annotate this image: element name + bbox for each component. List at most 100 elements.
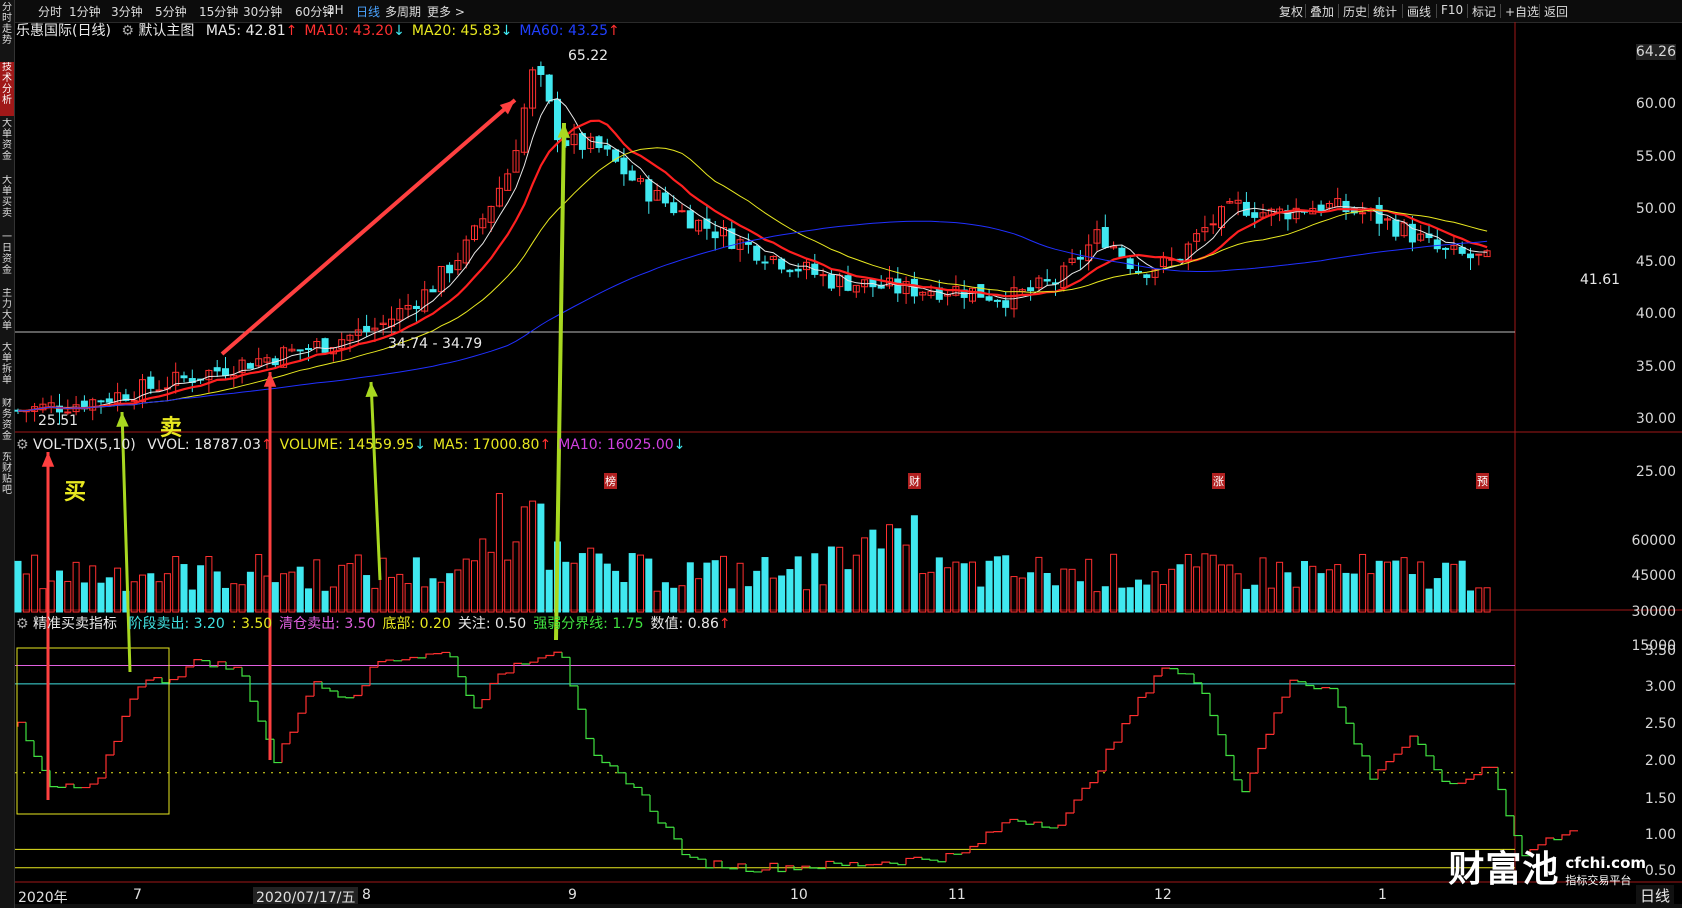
- candle-body: [446, 264, 454, 274]
- high-price-label: 65.22: [568, 48, 609, 64]
- highlight-box: [16, 647, 170, 815]
- indicator-step: [1345, 707, 1354, 724]
- volume-bar: [1442, 562, 1450, 613]
- event-marker[interactable]: 涨: [1212, 473, 1225, 489]
- date-axis-label: 11: [948, 887, 966, 903]
- volume-bar: [1317, 573, 1325, 613]
- indicator-step: [665, 823, 674, 828]
- volume-bar: [570, 562, 578, 613]
- volume-bar: [437, 581, 445, 613]
- volume-bar: [944, 567, 952, 613]
- volume-gear-icon[interactable]: ⚙: [16, 437, 29, 453]
- volume-bar: [969, 561, 976, 613]
- indicator-step: [1281, 696, 1290, 713]
- buy-arrow-head: [41, 452, 55, 467]
- volume-bar: [1458, 560, 1466, 613]
- event-marker[interactable]: 财: [908, 473, 921, 489]
- indicator-gear-icon[interactable]: ⚙: [16, 616, 29, 632]
- volume-bar: [1068, 568, 1076, 613]
- candle-body: [1317, 204, 1325, 212]
- volume-bar: [197, 565, 205, 613]
- indicator-step: [625, 772, 634, 785]
- volume-bar: [1151, 571, 1159, 613]
- volume-bar: [163, 573, 171, 613]
- legend-value-text: 关注: 0.50: [457, 616, 527, 632]
- indicator-step: [1065, 812, 1074, 826]
- event-marker[interactable]: 预: [1476, 473, 1489, 489]
- indicator-step: [529, 661, 538, 664]
- candle-body: [844, 275, 852, 291]
- legend-value-4: 关注: 0.50: [458, 616, 526, 632]
- volume-bar: [479, 538, 487, 613]
- volume-bar: [736, 562, 744, 613]
- indicator-step: [1081, 787, 1090, 801]
- indicator-step: [97, 777, 106, 785]
- candle-body: [744, 241, 752, 245]
- candle-body: [1002, 300, 1010, 308]
- indicator-name[interactable]: 精准买卖指标: [33, 616, 117, 632]
- indicator-step: [1569, 830, 1578, 835]
- volume-bar: [1417, 561, 1425, 613]
- date-axis-label: 9: [568, 887, 577, 903]
- indicator-step: [1137, 696, 1146, 716]
- indicator-step: [545, 654, 554, 658]
- indicator-step: [1017, 819, 1026, 822]
- volume-bar: [1408, 574, 1416, 613]
- indicator-step: [993, 831, 1002, 833]
- indicator-step: [1177, 668, 1186, 675]
- candle-body: [1076, 256, 1084, 260]
- indicator-step: [1505, 789, 1514, 817]
- volume-bar: [711, 560, 719, 613]
- date-axis-label: 1: [1378, 887, 1387, 903]
- candle-body: [180, 375, 188, 379]
- axis-tick: 35.00: [1635, 359, 1676, 375]
- candle-body: [827, 274, 835, 289]
- axis-tick: 50.00: [1635, 201, 1676, 217]
- volume-bar: [296, 566, 304, 613]
- template-name[interactable]: 默认主图: [138, 23, 194, 39]
- indicator-step: [1145, 692, 1154, 698]
- chart-canvas[interactable]: [0, 0, 1682, 908]
- volume-bar: [919, 573, 927, 613]
- indicator-step: [1025, 821, 1034, 825]
- volume-bar: [1184, 553, 1192, 613]
- indicator-step: [1497, 767, 1506, 791]
- indicator-step: [73, 784, 82, 789]
- volume-bar: [778, 575, 786, 613]
- sell-note: 卖: [160, 416, 183, 441]
- event-marker[interactable]: 榜: [604, 473, 617, 489]
- volume-bar: [1425, 588, 1433, 613]
- volume-bar: [504, 559, 512, 613]
- candle-body: [678, 210, 686, 213]
- volume-bar: [877, 548, 885, 613]
- volume-bar: [529, 500, 537, 613]
- sell-arrow: [369, 381, 382, 581]
- indicator-step: [353, 694, 362, 698]
- candle-body: [1433, 239, 1441, 250]
- indicator-step: [113, 740, 122, 756]
- template-gear-icon[interactable]: ⚙: [121, 23, 134, 39]
- volume-bar: [1043, 573, 1051, 613]
- volume-bar: [1367, 573, 1375, 613]
- candle-body: [985, 296, 993, 301]
- indicator-step: [1449, 781, 1458, 785]
- indicator-step: [697, 857, 706, 860]
- volume-bar: [130, 581, 138, 613]
- legend-value-2: MA5: 17000.80↑: [433, 437, 551, 453]
- volume-bar: [1135, 579, 1142, 613]
- candle-body: [246, 363, 254, 369]
- main-chart-legend: 乐惠国际(日线) ⚙ 默认主图 MA5: 42.81↑ MA10: 43.20↓ M…: [16, 20, 620, 40]
- legend-value-1: : 3.50: [232, 616, 272, 632]
- volume-bar: [960, 563, 968, 613]
- legend-value-6: 数值: 0.86↑: [651, 616, 731, 632]
- candle-body: [645, 179, 653, 202]
- indicator-step: [713, 860, 722, 868]
- volume-indicator-name[interactable]: VOL-TDX(5,10): [33, 437, 136, 453]
- volume-bar: [139, 574, 146, 613]
- indicator-step: [1161, 667, 1170, 677]
- volume-bar: [155, 581, 163, 613]
- volume-bar: [935, 557, 943, 613]
- axis-tick: 64.26: [1635, 44, 1676, 60]
- volume-bar: [313, 559, 321, 613]
- volume-bar: [728, 588, 736, 613]
